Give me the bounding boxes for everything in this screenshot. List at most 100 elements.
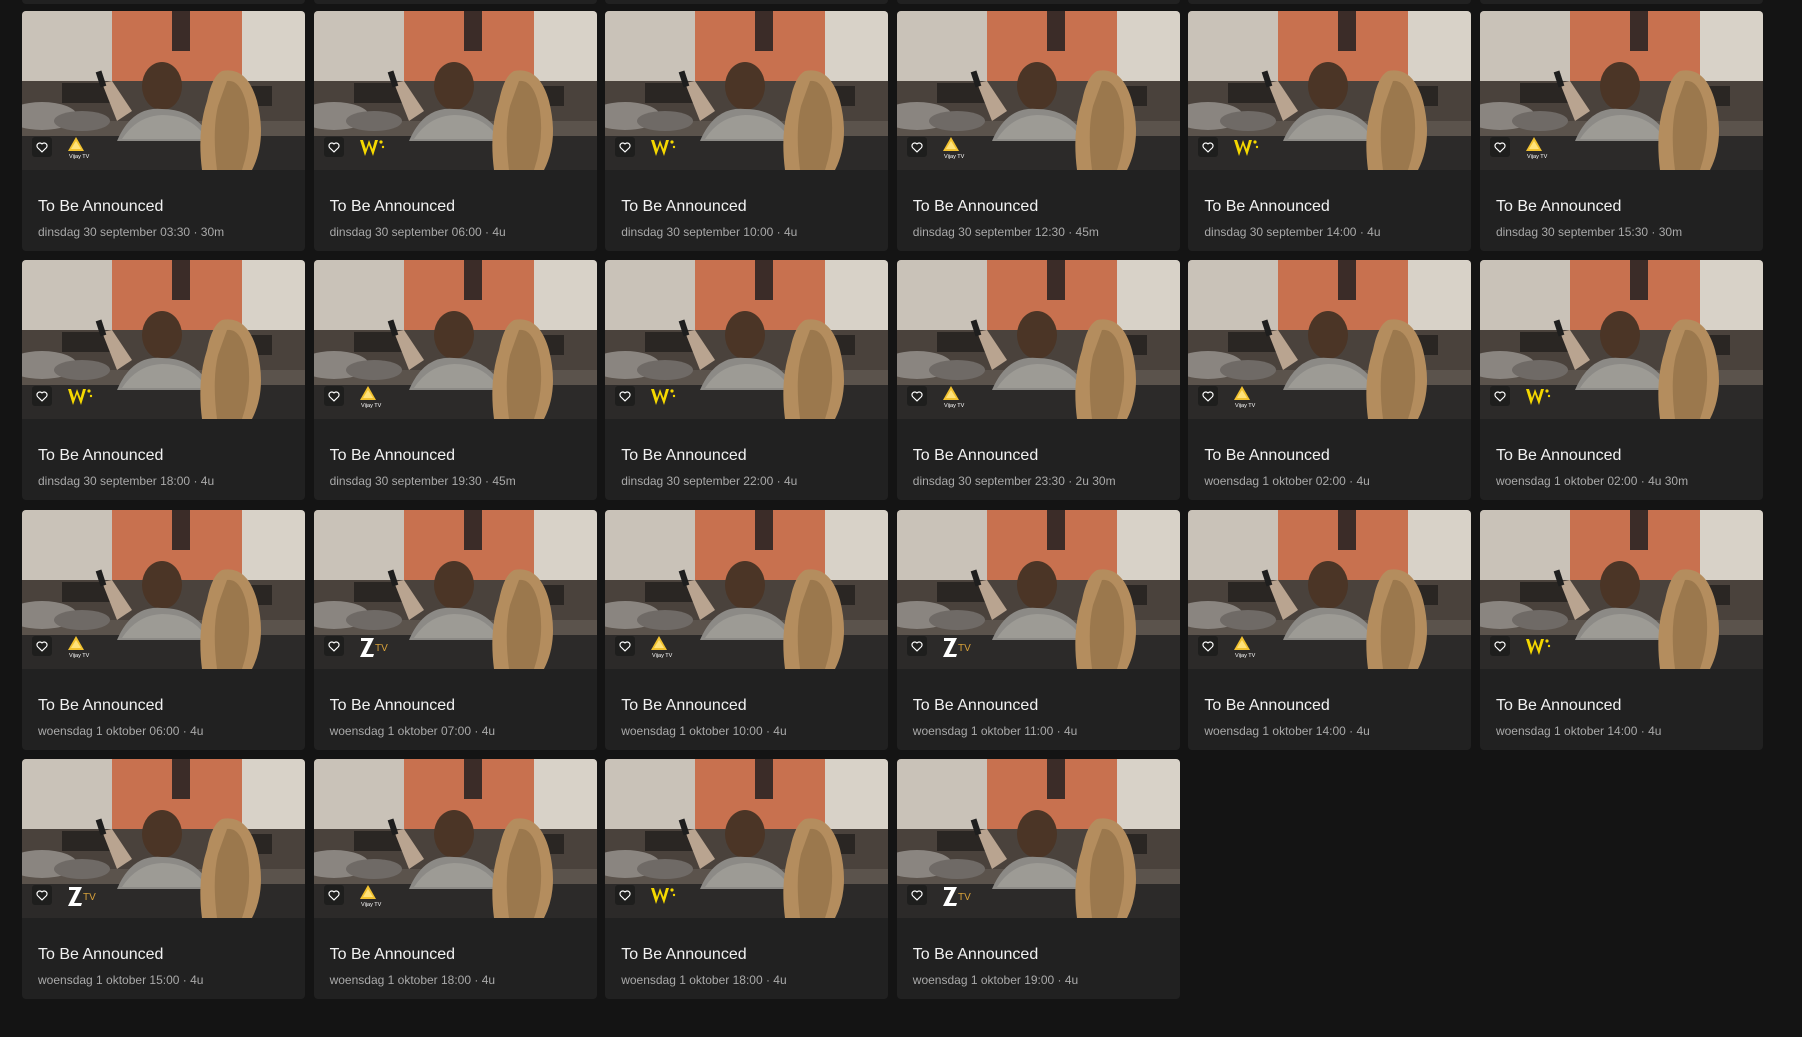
- channel-logo: [649, 135, 689, 161]
- program-card-16[interactable]: TV To Be Announced woensdag 1 oktober 11…: [896, 509, 1180, 750]
- program-thumbnail: Vijay TV: [1188, 260, 1472, 420]
- favorite-button[interactable]: [615, 885, 636, 906]
- couple-watching-tv-image: [1188, 509, 1472, 669]
- favorite-button[interactable]: [32, 885, 52, 906]
- program-card-18[interactable]: To Be Announced woensdag 1 oktober 14:00…: [1479, 509, 1763, 750]
- vijay-tv-logo-icon: Vijay TV: [942, 386, 964, 409]
- program-title: To Be Announced: [38, 946, 164, 964]
- couple-watching-tv-image: [22, 11, 305, 170]
- favorite-button[interactable]: [906, 386, 927, 407]
- favorite-button[interactable]: [906, 137, 927, 157]
- program-card-3[interactable]: To Be Announced dinsdag 30 september 10:…: [605, 11, 889, 251]
- logo-text: Vijay TV: [652, 653, 673, 659]
- card-edge: [1188, 0, 1472, 4]
- channel-logo: Vijay TV: [941, 384, 981, 410]
- logo-text: Vijay TV: [1235, 403, 1256, 409]
- favorite-button[interactable]: [1489, 635, 1510, 656]
- w-channel-logo-icon: [651, 389, 676, 406]
- program-title: To Be Announced: [329, 447, 456, 465]
- logo-text: Vijay TV: [1235, 653, 1256, 659]
- channel-logo: Vijay TV: [66, 634, 106, 660]
- logo-text: TV: [958, 892, 971, 903]
- favorite-button[interactable]: [32, 635, 52, 656]
- program-card-8[interactable]: Vijay TV To Be Announced dinsdag 30 sept…: [313, 260, 597, 501]
- program-datetime-duration: woensdag 1 oktober 14:00 · 4u: [1204, 723, 1370, 738]
- w-channel-logo-icon: [651, 888, 676, 905]
- favorite-button[interactable]: [323, 137, 344, 157]
- vijay-tv-logo-icon: Vijay TV: [68, 635, 90, 659]
- logo-text: Vijay TV: [69, 154, 90, 160]
- favorite-button[interactable]: [1198, 635, 1219, 656]
- couple-watching-tv-image: [22, 260, 305, 420]
- favorite-button[interactable]: [1198, 386, 1219, 407]
- favorite-button[interactable]: [323, 635, 344, 656]
- channel-logo: TV: [66, 883, 106, 909]
- favorite-button[interactable]: [1198, 137, 1219, 157]
- program-card-2[interactable]: To Be Announced dinsdag 30 september 06:…: [313, 11, 597, 251]
- program-card-22[interactable]: TV To Be Announced woensdag 1 oktober 19…: [896, 759, 1180, 1000]
- program-thumbnail: [1188, 11, 1472, 170]
- logo-text: Vijay TV: [69, 653, 90, 659]
- favorite-button[interactable]: [615, 386, 636, 407]
- card-edge: [1479, 0, 1763, 4]
- heart-outline-icon: [1494, 142, 1506, 153]
- channel-logo: [1232, 135, 1272, 161]
- program-datetime-duration: woensdag 1 oktober 06:00 · 4u: [38, 723, 204, 738]
- channel-logo: [66, 384, 106, 410]
- favorite-button[interactable]: [906, 635, 927, 656]
- program-datetime-duration: woensdag 1 oktober 02:00 · 4u: [1204, 474, 1370, 489]
- logo-text: TV: [83, 892, 96, 903]
- program-datetime-duration: woensdag 1 oktober 19:00 · 4u: [912, 973, 1079, 988]
- channel-logo: Vijay TV: [358, 384, 398, 410]
- program-datetime-duration: dinsdag 30 september 03:30 · 30m: [38, 225, 225, 239]
- favorite-button[interactable]: [32, 137, 52, 157]
- program-card-11[interactable]: Vijay TV To Be Announced woensdag 1 okto…: [1188, 260, 1472, 501]
- vijay-tv-logo-icon: Vijay TV: [1234, 635, 1256, 659]
- program-thumbnail: [605, 11, 889, 170]
- couple-watching-tv-image: [605, 260, 889, 420]
- program-datetime-duration: woensdag 1 oktober 18:00 · 4u: [329, 973, 496, 988]
- favorite-button[interactable]: [1489, 386, 1510, 407]
- favorite-button[interactable]: [323, 386, 344, 407]
- program-thumbnail: Vijay TV: [896, 11, 1180, 170]
- heart-outline-icon: [328, 391, 340, 402]
- program-card-19[interactable]: TV To Be Announced woensdag 1 oktober 15…: [22, 759, 305, 1000]
- couple-watching-tv-image: [313, 260, 597, 420]
- program-card-20[interactable]: Vijay TV To Be Announced woensdag 1 okto…: [313, 759, 597, 1000]
- vijay-tv-logo-icon: Vijay TV: [359, 885, 381, 908]
- w-channel-logo-icon: [1525, 638, 1551, 655]
- w-channel-logo-icon: [359, 140, 384, 156]
- program-title: To Be Announced: [329, 696, 456, 714]
- program-card-13[interactable]: Vijay TV To Be Announced woensdag 1 okto…: [22, 509, 305, 750]
- program-card-15[interactable]: Vijay TV To Be Announced woensdag 1 okto…: [605, 509, 889, 750]
- program-card-4[interactable]: Vijay TV To Be Announced dinsdag 30 sept…: [896, 11, 1180, 251]
- favorite-button[interactable]: [615, 635, 636, 656]
- program-thumbnail: Vijay TV: [896, 260, 1180, 420]
- program-card-21[interactable]: To Be Announced woensdag 1 oktober 18:00…: [605, 759, 889, 1000]
- favorite-button[interactable]: [323, 885, 344, 906]
- program-card-6[interactable]: Vijay TV To Be Announced dinsdag 30 sept…: [1479, 11, 1763, 251]
- z-tv-logo-icon: TV: [68, 887, 96, 907]
- program-thumbnail: [22, 260, 305, 420]
- favorite-button[interactable]: [615, 137, 636, 157]
- couple-watching-tv-image: [1479, 509, 1763, 669]
- program-card-1[interactable]: Vijay TV To Be Announced dinsdag 30 sept…: [22, 11, 305, 251]
- program-card-10[interactable]: Vijay TV To Be Announced dinsdag 30 sept…: [896, 260, 1180, 501]
- program-card-12[interactable]: To Be Announced woensdag 1 oktober 02:00…: [1479, 260, 1763, 501]
- favorite-button[interactable]: [1489, 137, 1510, 157]
- channel-logo: Vijay TV: [1232, 384, 1272, 410]
- program-card-14[interactable]: TV To Be Announced woensdag 1 oktober 07…: [313, 509, 597, 750]
- program-title: To Be Announced: [1495, 447, 1622, 465]
- program-datetime-duration: woensdag 1 oktober 02:00 · 4u 30m: [1495, 474, 1689, 489]
- program-card-7[interactable]: To Be Announced dinsdag 30 september 18:…: [22, 260, 305, 501]
- program-card-5[interactable]: To Be Announced dinsdag 30 september 14:…: [1188, 11, 1472, 251]
- program-card-17[interactable]: Vijay TV To Be Announced woensdag 1 okto…: [1188, 509, 1472, 750]
- program-card-9[interactable]: To Be Announced dinsdag 30 september 22:…: [605, 260, 889, 501]
- favorite-button[interactable]: [32, 386, 52, 407]
- program-title: To Be Announced: [621, 198, 747, 215]
- channel-logo: [649, 883, 689, 909]
- favorite-button[interactable]: [906, 885, 927, 906]
- program-title: To Be Announced: [38, 447, 164, 465]
- program-thumbnail: Vijay TV: [1188, 509, 1472, 669]
- program-thumbnail: Vijay TV: [1479, 11, 1763, 170]
